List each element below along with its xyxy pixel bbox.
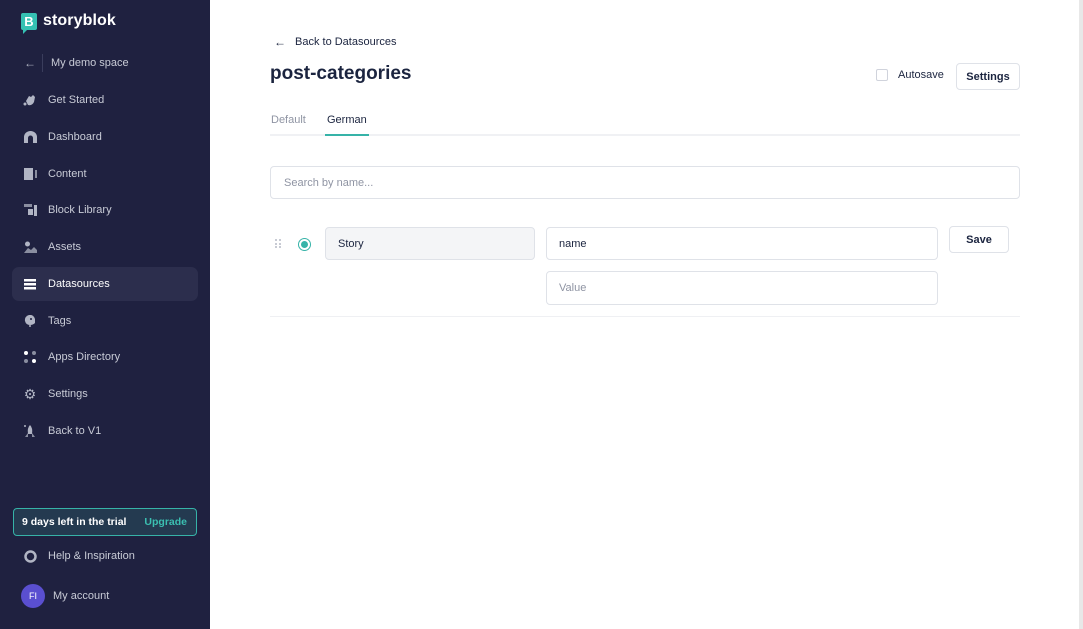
- tab-german[interactable]: German: [325, 114, 369, 136]
- sidebar-item-label: Datasources: [48, 278, 110, 290]
- sidebar: B storyblok ← My demo space Get Started …: [0, 0, 210, 629]
- my-account[interactable]: FI My account: [12, 579, 198, 613]
- sidebar-item-label: Block Library: [48, 204, 112, 216]
- autosave-checkbox[interactable]: [876, 69, 888, 81]
- sidebar-item-label: Get Started: [48, 94, 105, 106]
- language-tabs: Default German: [270, 110, 1020, 136]
- space-name: My demo space: [51, 57, 129, 69]
- trial-banner: 9 days left in the trial Upgrade: [13, 508, 197, 536]
- trial-text: 9 days left in the trial: [22, 516, 127, 528]
- main-content: ← Back to Datasources post-categories Au…: [210, 0, 1083, 629]
- dashboard-icon: [23, 130, 37, 144]
- back-link-label: Back to Datasources: [295, 36, 397, 48]
- sidebar-item-label: Content: [48, 168, 87, 180]
- sidebar-item-get-started[interactable]: Get Started: [12, 83, 198, 117]
- avatar: FI: [21, 584, 45, 608]
- rocket-icon: [23, 424, 37, 438]
- entry-name-field[interactable]: [325, 227, 535, 260]
- tag-icon: [23, 314, 37, 328]
- save-button[interactable]: Save: [949, 226, 1009, 253]
- page-title: post-categories: [270, 63, 412, 84]
- gear-icon: ⚙: [23, 385, 37, 402]
- entry-value-field[interactable]: [546, 271, 938, 305]
- sidebar-item-label: Assets: [48, 241, 82, 253]
- autosave-label: Autosave: [898, 69, 944, 81]
- divider: [270, 316, 1020, 317]
- divider: [42, 54, 43, 72]
- entry-key-field[interactable]: [546, 227, 938, 260]
- brand-name: storyblok: [43, 12, 116, 29]
- sidebar-item-datasources[interactable]: Datasources: [12, 267, 198, 301]
- settings-button[interactable]: Settings: [956, 63, 1020, 90]
- sidebar-item-label: Tags: [48, 315, 72, 327]
- account-label: My account: [53, 590, 110, 602]
- tab-default[interactable]: Default: [271, 114, 306, 134]
- assets-icon: [23, 240, 37, 254]
- help-inspiration[interactable]: Help & Inspiration: [12, 539, 198, 573]
- sidebar-item-label: Dashboard: [48, 131, 102, 143]
- search-input[interactable]: [270, 166, 1020, 199]
- storyblok-logo-icon: B: [21, 12, 37, 34]
- page-scrollbar[interactable]: [1079, 0, 1083, 629]
- lifebuoy-icon: [23, 549, 37, 563]
- radio-dot: [301, 241, 308, 248]
- datasources-icon: [23, 277, 37, 291]
- back-to-datasources-link[interactable]: ← Back to Datasources: [274, 35, 397, 49]
- block-library-icon: [23, 203, 37, 217]
- sidebar-item-settings[interactable]: ⚙ Settings: [12, 377, 198, 411]
- arrow-left-icon: ←: [24, 56, 36, 70]
- arrow-left-icon: ←: [274, 35, 286, 49]
- sidebar-item-block-library[interactable]: Block Library: [12, 193, 198, 227]
- sidebar-item-content[interactable]: Content: [12, 157, 198, 191]
- space-switcher[interactable]: ← My demo space: [12, 46, 198, 80]
- sidebar-item-label: Apps Directory: [48, 351, 121, 363]
- sidebar-item-label: Settings: [48, 388, 88, 400]
- sidebar-item-apps-directory[interactable]: Apps Directory: [12, 340, 198, 374]
- storyblok-logo[interactable]: B storyblok: [21, 12, 116, 34]
- help-label: Help & Inspiration: [48, 550, 135, 562]
- entry-select-radio[interactable]: [298, 238, 311, 251]
- sidebar-item-back-to-v1[interactable]: Back to V1: [12, 414, 198, 448]
- upgrade-link[interactable]: Upgrade: [144, 516, 187, 528]
- waving-hand-icon: [23, 93, 37, 107]
- apps-icon: [23, 350, 37, 364]
- drag-handle-icon[interactable]: [275, 239, 281, 249]
- sidebar-item-label: Back to V1: [48, 425, 102, 437]
- content-icon: [23, 167, 37, 181]
- sidebar-item-assets[interactable]: Assets: [12, 230, 198, 264]
- sidebar-item-dashboard[interactable]: Dashboard: [12, 120, 198, 154]
- sidebar-item-tags[interactable]: Tags: [12, 304, 198, 338]
- autosave-toggle[interactable]: Autosave: [876, 69, 944, 81]
